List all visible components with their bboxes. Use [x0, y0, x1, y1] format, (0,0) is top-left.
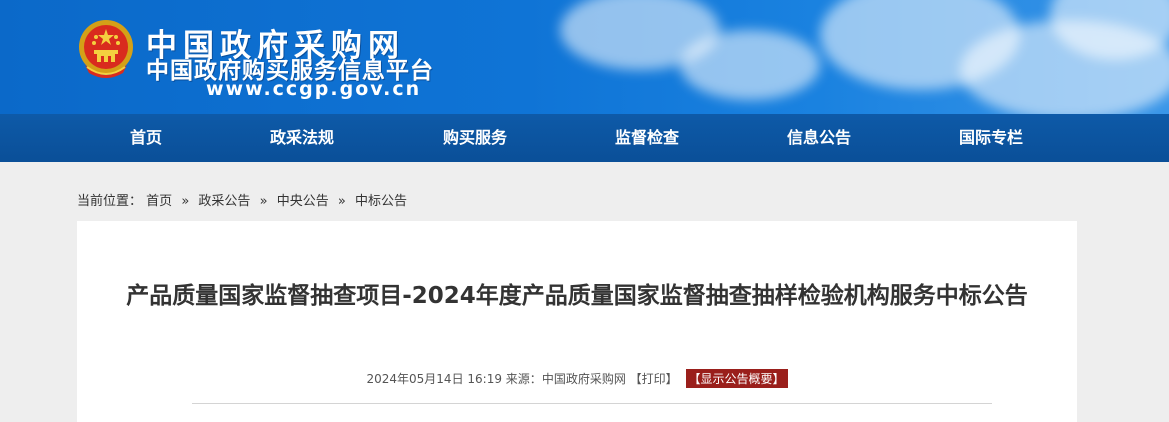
- breadcrumb-separator: »: [337, 194, 346, 209]
- divider: [192, 403, 992, 404]
- print-link[interactable]: 【打印】: [630, 372, 678, 386]
- breadcrumb-separator: »: [181, 194, 190, 209]
- article-title: 产品质量国家监督抽查项目-2024年度产品质量国家监督抽查抽样检验机构服务中标公…: [126, 283, 1028, 309]
- nav-item-supervision[interactable]: 监督检查: [577, 114, 717, 162]
- source-label: 来源：: [505, 372, 542, 386]
- breadcrumb-separator: »: [259, 194, 268, 209]
- national-emblem-icon: [79, 20, 133, 78]
- nav-item-international[interactable]: 国际专栏: [921, 114, 1061, 162]
- breadcrumb: 当前位置： 首页 » 政采公告 » 中央公告 » 中标公告: [77, 190, 407, 209]
- source-name: 中国政府采购网: [541, 372, 626, 386]
- breadcrumb-procurement-announcements[interactable]: 政采公告: [198, 194, 250, 209]
- cloud-decoration: [680, 30, 820, 100]
- breadcrumb-home[interactable]: 首页: [146, 194, 172, 209]
- nav-item-home[interactable]: 首页: [76, 114, 216, 162]
- publish-date: 2024年05月14日 16:19: [366, 372, 502, 386]
- nav-item-purchase-services[interactable]: 购买服务: [405, 114, 545, 162]
- site-url: www.ccgp.gov.cn: [206, 78, 422, 100]
- main-nav: 首页 政采法规 购买服务 监督检查 信息公告 国际专栏: [0, 114, 1169, 162]
- nav-item-announcements[interactable]: 信息公告: [749, 114, 889, 162]
- breadcrumb-central-announcements[interactable]: 中央公告: [277, 194, 329, 209]
- show-summary-button[interactable]: 【显示公告概要】: [685, 369, 788, 388]
- site-banner: 中国政府采购网 中国政府购买服务信息平台 www.ccgp.gov.cn: [0, 0, 1169, 114]
- nav-item-regulations[interactable]: 政采法规: [232, 114, 372, 162]
- article-card: 产品质量国家监督抽查项目-2024年度产品质量国家监督抽查抽样检验机构服务中标公…: [77, 221, 1077, 422]
- breadcrumb-award-announcements[interactable]: 中标公告: [355, 194, 407, 209]
- article-meta: 2024年05月14日 16:19 来源：中国政府采购网 【打印】 【显示公告概…: [77, 369, 1077, 388]
- breadcrumb-prefix: 当前位置：: [77, 194, 143, 209]
